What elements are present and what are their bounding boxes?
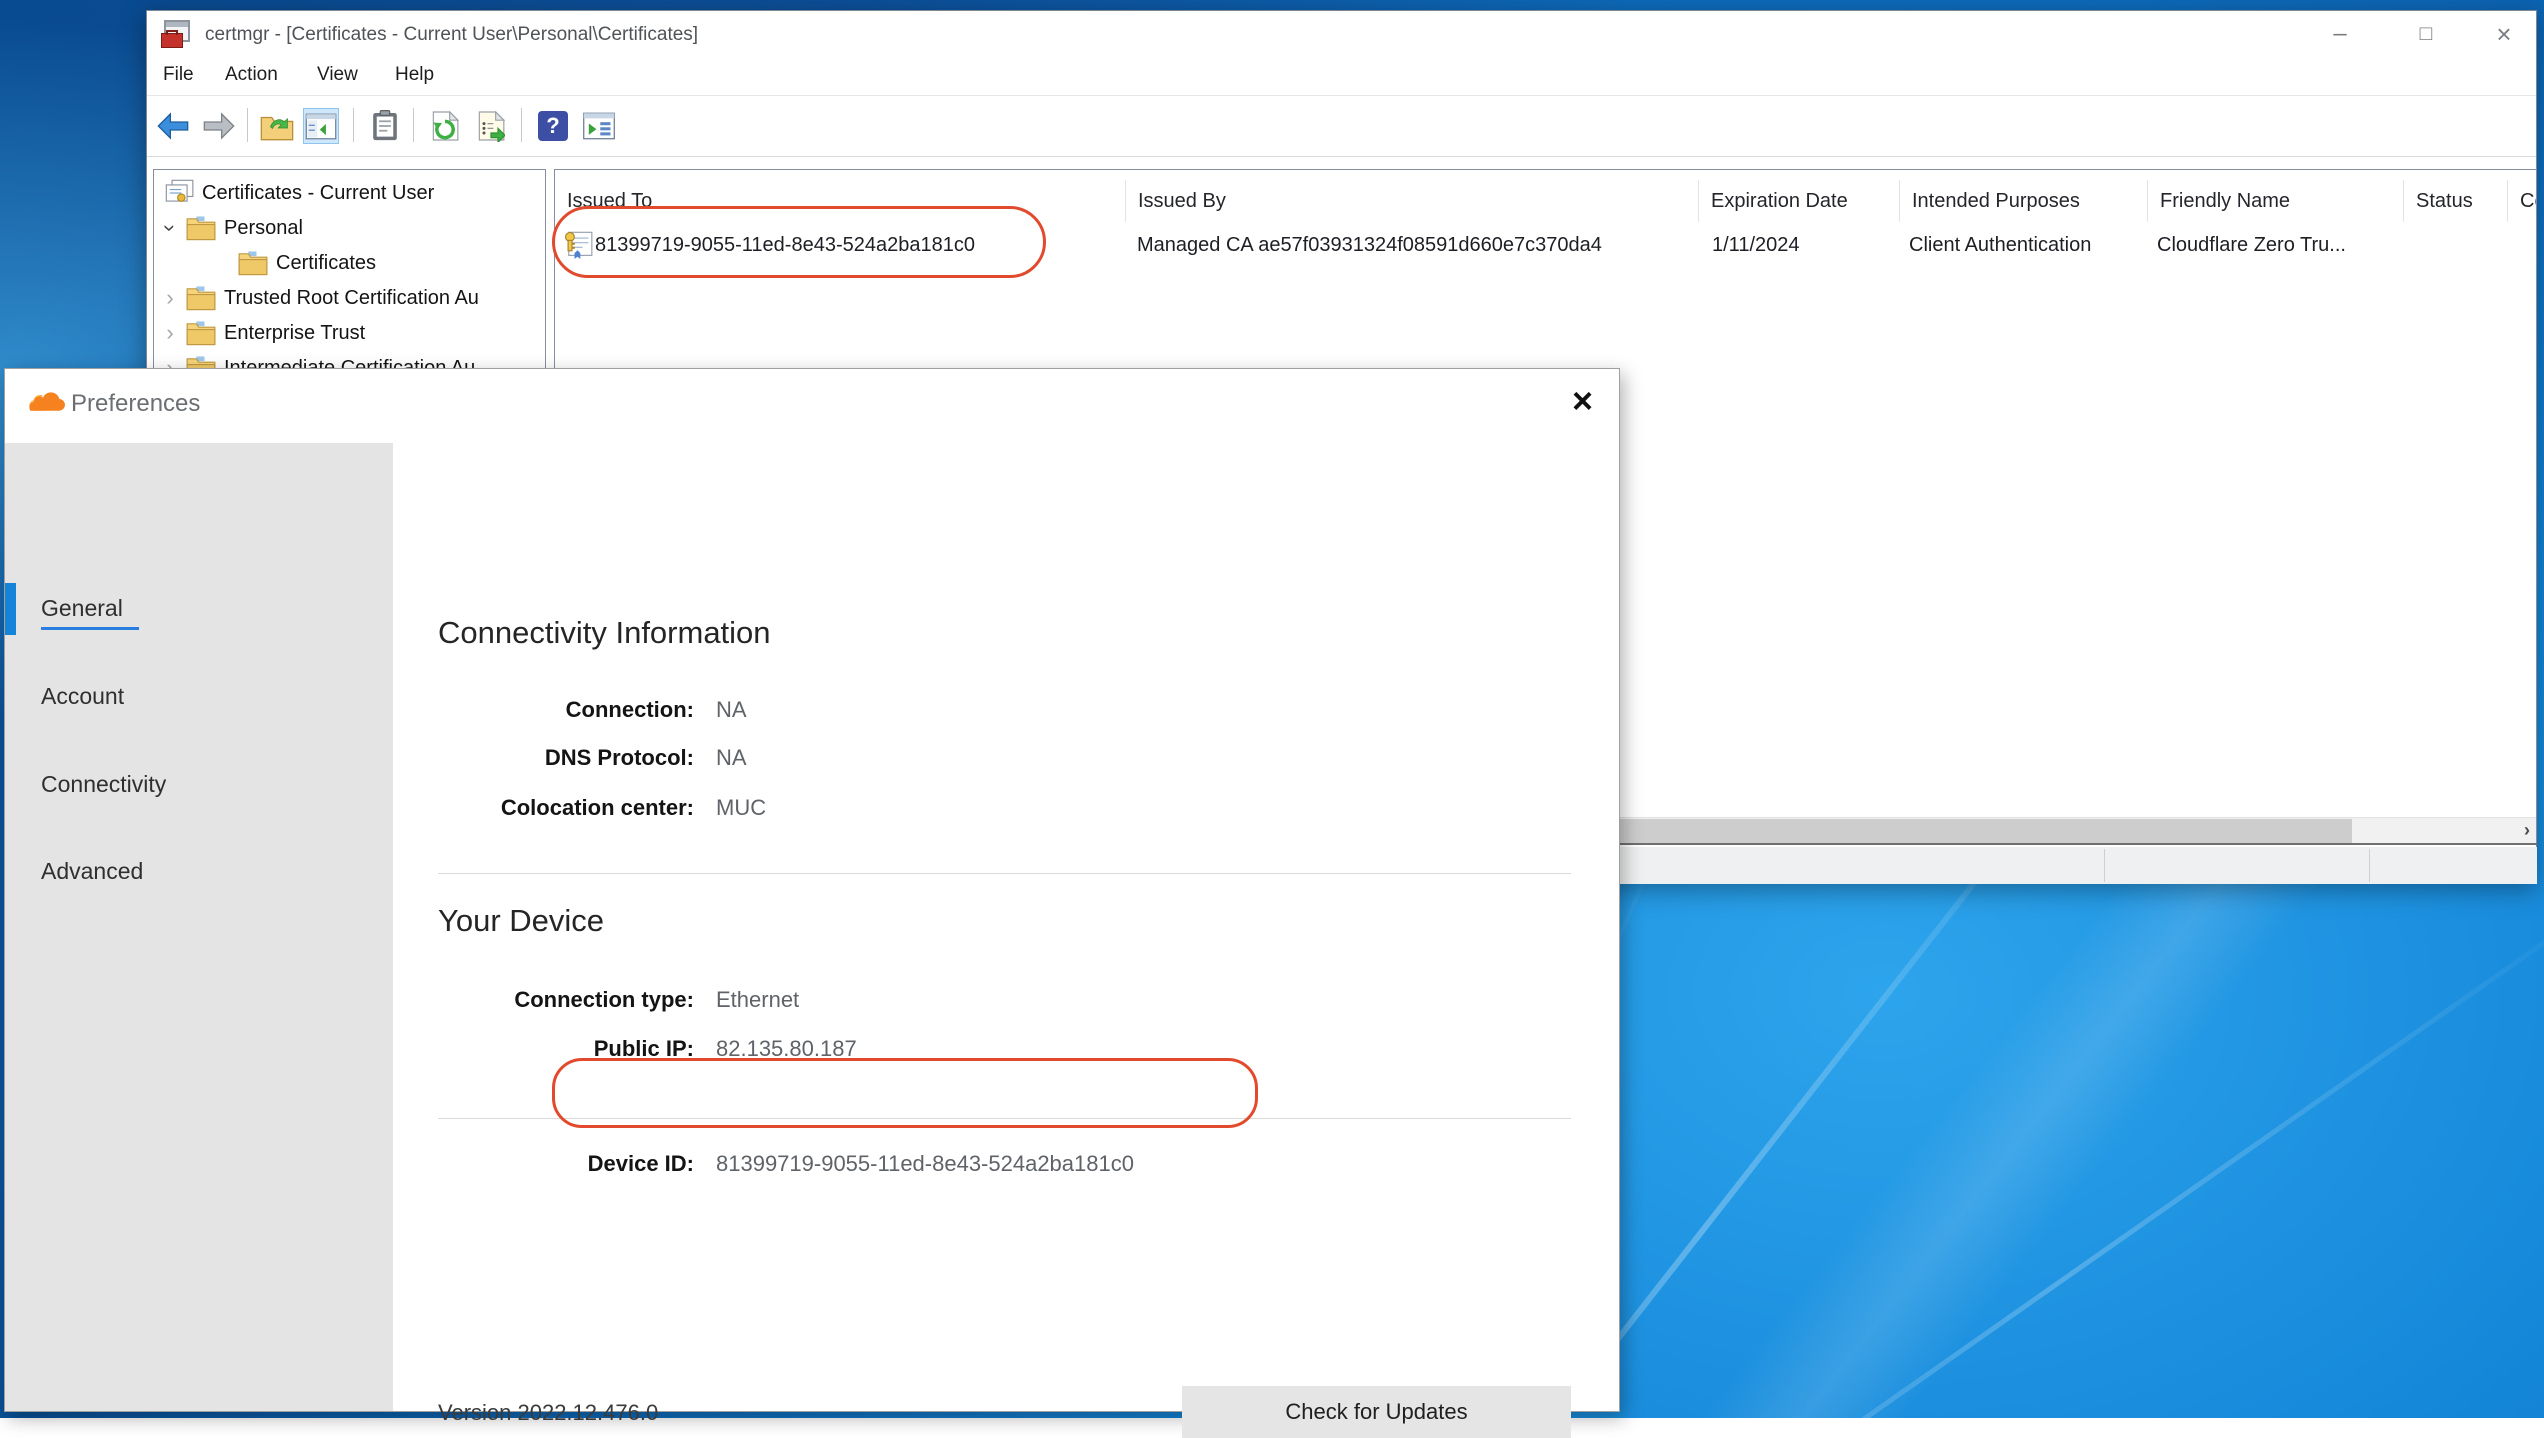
connection-type-row: Connection type: Ethernet	[393, 987, 1619, 1017]
cell-intended-purposes: Client Authentication	[1909, 228, 2091, 262]
selected-tab-indicator	[5, 583, 16, 635]
column-header-friendly-name[interactable]: Friendly Name	[2148, 180, 2404, 222]
help-icon[interactable]: ?	[535, 108, 571, 144]
window-title: certmgr - [Certificates - Current User\P…	[205, 24, 698, 46]
dns-protocol-label: DNS Protocol:	[545, 745, 694, 771]
chevron-down-icon[interactable]: ›	[157, 220, 183, 236]
certmgr-app-icon	[161, 19, 193, 51]
chevron-right-icon[interactable]: ›	[162, 320, 178, 346]
dns-protocol-value: NA	[716, 745, 747, 771]
column-header-certificate[interactable]: Ce	[2508, 180, 2537, 222]
device-id-row: Device ID: 81399719-9055-11ed-8e43-524a2…	[393, 1151, 1619, 1181]
section-heading-your-device: Your Device	[438, 903, 604, 939]
connection-row: Connection: NA	[393, 697, 1619, 727]
minimize-button[interactable]: –	[2304, 11, 2376, 59]
preferences-header: Preferences ×	[5, 369, 1619, 443]
sidebar-item-account[interactable]: Account	[41, 683, 124, 710]
preferences-dialog: Preferences × General Account Connectivi…	[4, 368, 1620, 1412]
tree-item-label: Trusted Root Certification Au	[224, 287, 479, 310]
menu-action[interactable]: Action	[225, 64, 278, 86]
colocation-value: MUC	[716, 795, 766, 821]
tree-item-enterprise-trust[interactable]: › Enterprise Trust	[154, 316, 545, 350]
export-list-icon[interactable]	[473, 108, 509, 144]
column-header-status[interactable]: Status	[2404, 180, 2508, 222]
column-header-issued-by[interactable]: Issued By	[1126, 180, 1699, 222]
menu-bar: File Action View Help	[147, 59, 2536, 96]
annotation-rect-device-id	[552, 1058, 1258, 1128]
device-id-value: 81399719-9055-11ed-8e43-524a2ba181c0	[716, 1151, 1134, 1177]
toolbar: ?	[147, 96, 2536, 157]
sidebar-item-advanced[interactable]: Advanced	[41, 858, 143, 885]
selected-tab-underline	[41, 627, 139, 630]
cell-issued-by: Managed CA ae57f03931324f08591d660e7c370…	[1137, 228, 1602, 262]
refresh-icon[interactable]	[427, 108, 463, 144]
colocation-row: Colocation center: MUC	[393, 795, 1619, 825]
console-tree-toggle-icon[interactable]	[303, 108, 339, 144]
column-header-expiration-date[interactable]: Expiration Date	[1699, 180, 1900, 222]
tree-item-certificates-selected[interactable]: Certificates	[154, 246, 545, 280]
tree-item-certificates-current-user[interactable]: Certificates - Current User	[154, 176, 545, 210]
tree-item-label: Personal	[224, 217, 303, 240]
statusbar-divider	[2369, 849, 2370, 882]
connection-value: NA	[716, 697, 747, 723]
preferences-sidebar: General Account Connectivity Advanced	[5, 443, 393, 1411]
device-id-label: Device ID:	[588, 1151, 694, 1177]
cell-friendly-name: Cloudflare Zero Tru...	[2157, 228, 2387, 262]
toolbar-separator	[247, 108, 248, 142]
maximize-button[interactable]: □	[2390, 11, 2462, 59]
preferences-content: Connectivity Information Connection: NA …	[393, 443, 1619, 1411]
colocation-label: Colocation center:	[501, 795, 694, 821]
section-heading-connectivity: Connectivity Information	[438, 615, 771, 651]
cloudflare-logo-icon	[25, 389, 67, 420]
section-divider	[438, 873, 1571, 874]
tree-item-label: Certificates	[276, 252, 376, 275]
cell-expiration-date: 1/11/2024	[1712, 228, 1800, 262]
dns-protocol-row: DNS Protocol: NA	[393, 745, 1619, 775]
sort-ascending-icon	[834, 180, 852, 188]
back-icon[interactable]	[155, 108, 191, 144]
preferences-title: Preferences	[71, 390, 200, 418]
check-for-updates-button[interactable]: Check for Updates	[1182, 1386, 1571, 1438]
forward-icon[interactable]	[201, 108, 237, 144]
toolbar-separator	[353, 108, 354, 142]
scroll-right-icon[interactable]: ›	[2524, 818, 2530, 844]
tree-item-personal[interactable]: › Personal	[154, 211, 545, 245]
statusbar-divider	[2104, 849, 2105, 882]
toolbar-separator	[413, 108, 414, 142]
clipboard-icon[interactable]	[367, 108, 403, 144]
version-text: Version 2022.12.476.0	[438, 1400, 658, 1426]
close-button[interactable]: ×	[2468, 11, 2540, 59]
connection-label: Connection:	[566, 697, 694, 723]
tree-item-trusted-root[interactable]: › Trusted Root Certification Au	[154, 281, 545, 315]
close-icon[interactable]: ×	[1572, 383, 1593, 419]
connection-type-label: Connection type:	[514, 987, 694, 1013]
sidebar-item-connectivity[interactable]: Connectivity	[41, 771, 166, 798]
sidebar-item-general[interactable]: General	[41, 595, 123, 622]
menu-file[interactable]: File	[163, 64, 194, 86]
toolbar-separator	[521, 108, 522, 142]
title-bar[interactable]: certmgr - [Certificates - Current User\P…	[147, 11, 2536, 59]
show-window-icon[interactable]	[581, 108, 617, 144]
menu-view[interactable]: View	[317, 64, 358, 86]
connection-type-value: Ethernet	[716, 987, 799, 1013]
column-header-intended-purposes[interactable]: Intended Purposes	[1900, 180, 2148, 222]
annotation-ellipse-certificate	[552, 206, 1046, 278]
tree-item-label: Certificates - Current User	[202, 182, 434, 205]
tree-item-label: Enterprise Trust	[224, 322, 365, 345]
chevron-right-icon[interactable]: ›	[162, 285, 178, 311]
up-one-level-icon[interactable]	[259, 108, 295, 144]
menu-help[interactable]: Help	[395, 64, 434, 86]
